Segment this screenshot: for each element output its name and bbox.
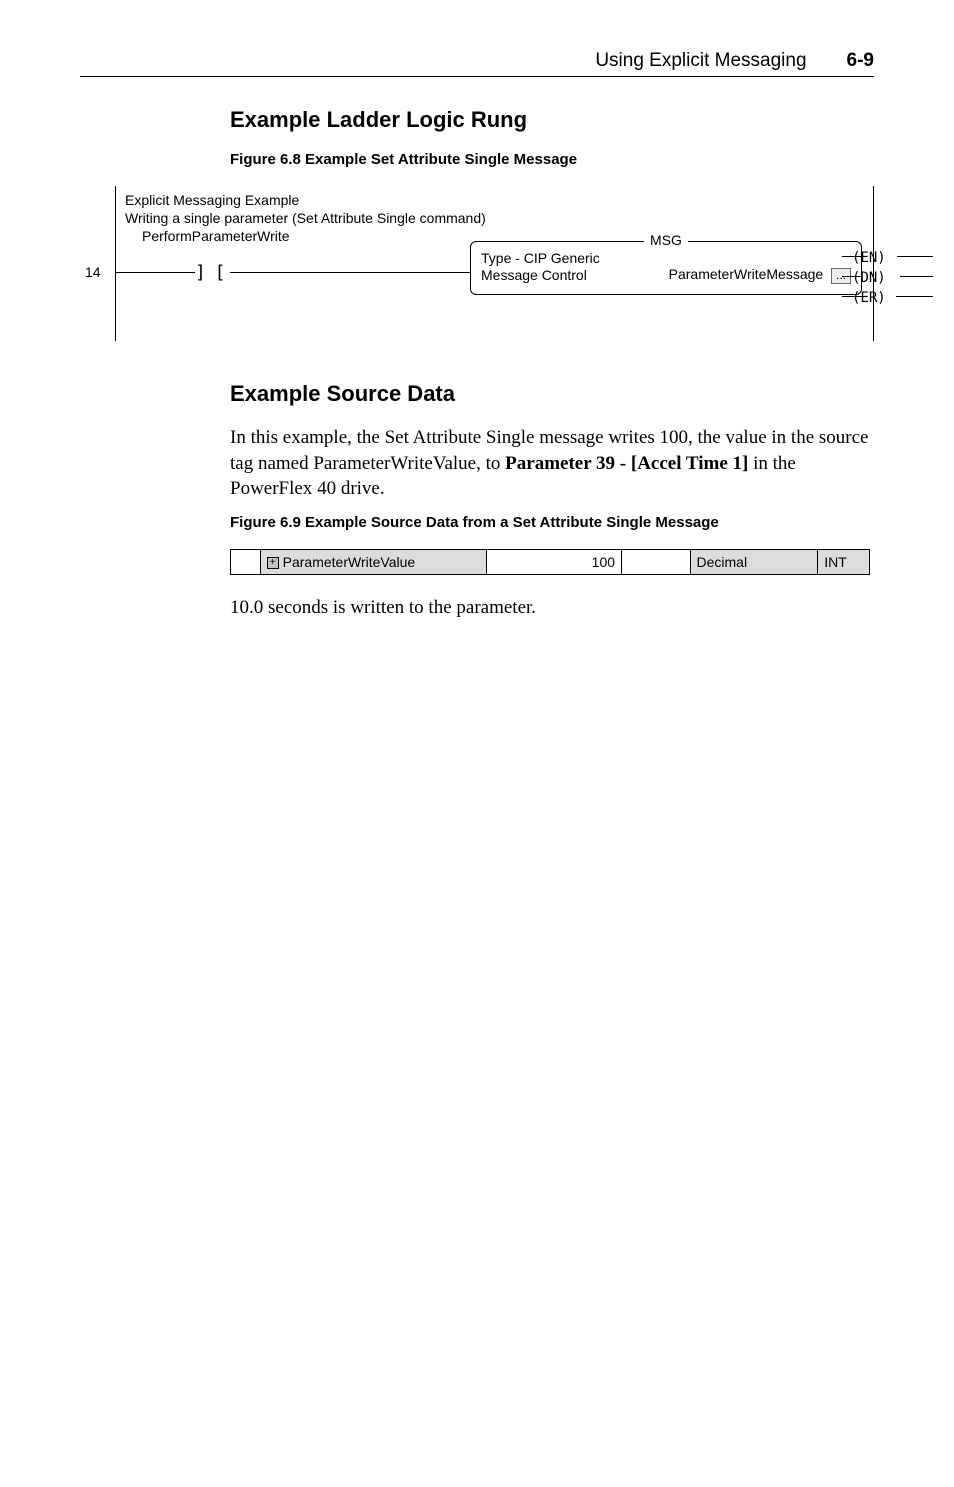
rung-wire [900,276,933,277]
rung-comment-line2: Writing a single parameter (Set Attribut… [125,210,486,226]
coil-status-group: (EN) (DN) (ER) [852,248,886,308]
msg-title: MSG [644,232,688,248]
heading-ladder-logic: Example Ladder Logic Rung [230,107,874,133]
coil-en: (EN) [852,248,886,268]
coil-dn: (DN) [852,268,886,288]
data-type-cell: INT [818,549,870,574]
rung-wire [115,272,195,273]
page-header: Using Explicit Messaging 6-9 [80,50,874,77]
header-page-number: 6-9 [847,50,874,72]
rung-wire [897,256,933,257]
msg-instruction-box: MSG Type - CIP Generic Message Control P… [470,241,862,295]
table-row: + ParameterWriteValue 100 Decimal INT [231,549,870,574]
rung-wire [230,272,470,273]
header-section-title: Using Explicit Messaging [595,50,806,72]
row-selector-cell[interactable] [231,549,261,574]
tag-value-cell[interactable]: 100 [487,549,622,574]
coil-er: (ER) [852,288,886,308]
tag-name-text: ParameterWriteValue [283,554,416,570]
closing-sentence: 10.0 seconds is written to the parameter… [230,595,874,621]
rung-number: 14 [85,264,101,280]
blank-cell [622,549,690,574]
figure-6-8-caption: Figure 6.8 Example Set Attribute Single … [230,151,874,168]
ladder-left-rail [115,186,116,341]
radix-cell[interactable]: Decimal [690,549,818,574]
expand-icon[interactable]: + [267,557,279,569]
ladder-diagram: Explicit Messaging Example Writing a sin… [80,186,874,341]
msg-control-tag: ParameterWriteMessage [669,266,824,282]
figure-6-9-caption: Figure 6.9 Example Source Data from a Se… [230,514,874,531]
heading-source-data: Example Source Data [230,381,874,407]
xic-contact-icon: ] [ [195,262,225,283]
contact-label: PerformParameterWrite [142,228,290,244]
msg-control-label: Message Control [481,267,587,283]
rung-comment-line1: Explicit Messaging Example [125,192,299,208]
tag-name-cell[interactable]: + ParameterWriteValue [260,549,486,574]
msg-type-label: Type - CIP Generic [481,250,600,266]
source-data-paragraph: In this example, the Set Attribute Singl… [230,425,874,502]
source-data-table: + ParameterWriteValue 100 Decimal INT [230,549,870,575]
rung-wire [896,296,933,297]
